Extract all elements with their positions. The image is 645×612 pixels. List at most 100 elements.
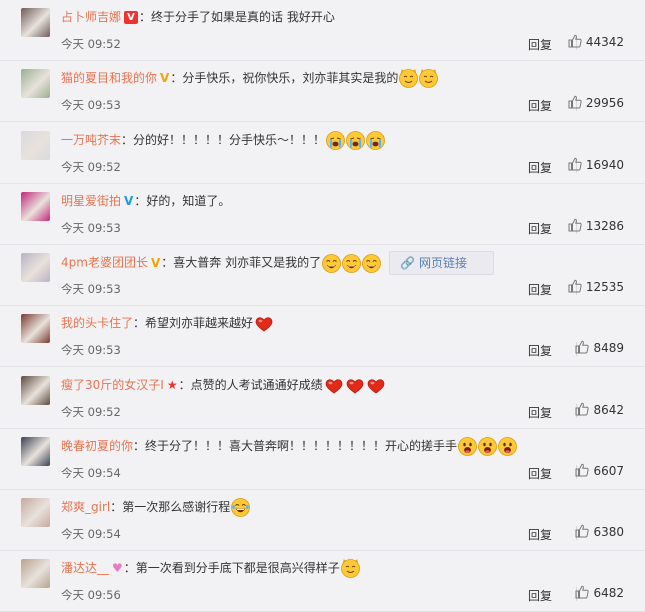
avatar[interactable] [21, 437, 50, 466]
reply-button[interactable]: 回复 [528, 220, 552, 237]
like-count: 6607 [593, 464, 624, 478]
heart-badge-icon: ♥ [112, 561, 123, 575]
comment-content: 潘达达__ ♥：第一次看到分手底下都是很高兴得样子 [61, 557, 605, 579]
like-button[interactable]: 29956 [568, 95, 624, 112]
comment-item: 瘦了30斤的女汉子I ★：点赞的人考试通通好成绩今天 09:52 回复 8642 [0, 368, 645, 429]
like-button[interactable]: 12535 [568, 279, 624, 296]
colon-separator: ： [133, 439, 146, 453]
comment-text: 好的，知道了。 [146, 194, 231, 208]
laughing-emoji-icon [362, 253, 381, 273]
laughing-emoji-icon [322, 253, 341, 273]
username-link[interactable]: 占卜师吉娜 [61, 10, 121, 24]
thumb-up-icon [575, 340, 590, 357]
comment-content: 猫的夏目和我的你 V：分手快乐，祝你快乐，刘亦菲其实是我的 [61, 67, 605, 89]
reply-button[interactable]: 回复 [528, 36, 552, 53]
comment-timestamp: 今天 09:52 [61, 160, 121, 174]
username-link[interactable]: 一万吨芥末 [61, 133, 121, 147]
reply-button[interactable]: 回复 [528, 342, 552, 359]
thumb-up-icon [568, 34, 582, 51]
avatar[interactable] [21, 8, 50, 37]
web-link-card[interactable]: 🔗 网页链接 [389, 251, 495, 275]
laughing-emoji-icon [342, 253, 361, 273]
comment-content: 一万吨芥末：分的好！！！！！分手快乐～！！！ [61, 129, 605, 151]
comment-timestamp: 今天 09:54 [61, 527, 121, 541]
comment-timestamp: 今天 09:56 [61, 588, 121, 602]
heart-emoji-icon [254, 314, 274, 334]
reply-button[interactable]: 回复 [528, 465, 552, 482]
reply-button[interactable]: 回复 [528, 97, 552, 114]
like-button[interactable]: 6380 [575, 524, 624, 541]
verified-badge-icon: V [160, 71, 170, 85]
like-button[interactable]: 6607 [575, 463, 624, 480]
comment-text: 分手快乐，祝你快乐，刘亦菲其实是我的 [182, 71, 399, 85]
avatar[interactable] [21, 131, 50, 160]
username-link[interactable]: 晚春初夏的你 [61, 439, 133, 453]
comment-text: 点赞的人考试通通好成绩 [190, 378, 323, 392]
crying-emoji-icon [366, 131, 385, 150]
colon-separator: ： [121, 133, 134, 147]
like-button[interactable]: 13286 [568, 218, 624, 235]
reply-button[interactable]: 回复 [528, 159, 552, 176]
reply-button[interactable]: 回复 [528, 281, 552, 298]
like-button[interactable]: 16940 [568, 157, 624, 174]
comment-item: 晚春初夏的你：终于分了！！！喜大普奔啊！！！！！！！！开心的搓手手 今天 09:5… [0, 429, 645, 490]
username-link[interactable]: 4pm老婆团团长 [61, 256, 148, 270]
comment-content: 明星爱街拍 V：好的，知道了。 [61, 190, 605, 212]
avatar[interactable] [21, 498, 50, 527]
thumb-up-icon [575, 524, 590, 541]
avatar[interactable] [21, 253, 50, 282]
avatar[interactable] [21, 314, 50, 343]
username-link[interactable]: 郑爽_girl [61, 500, 110, 514]
avatar[interactable] [21, 192, 50, 221]
comment-content: 我的头卡住了：希望刘亦菲越来越好 [61, 312, 605, 334]
verified-badge-icon: V [124, 194, 134, 208]
like-count: 6380 [593, 525, 624, 539]
like-button[interactable]: 8642 [575, 402, 624, 419]
verified-badge-icon: V [150, 255, 161, 270]
colon-separator: ： [123, 561, 136, 575]
avatar[interactable] [21, 559, 50, 588]
thumb-up-icon [575, 463, 590, 480]
username-link[interactable]: 潘达达__ [61, 561, 109, 575]
username-link[interactable]: 瘦了30斤的女汉子I [61, 378, 164, 392]
username-link[interactable]: 我的头卡住了 [61, 316, 133, 330]
comment-timestamp: 今天 09:53 [61, 343, 121, 357]
reply-button[interactable]: 回复 [528, 404, 552, 421]
thumb-up-icon [568, 279, 582, 296]
verified-badge-icon: V [124, 11, 139, 24]
grinning-emoji-icon [478, 437, 497, 456]
comment-item: 一万吨芥末：分的好！！！！！分手快乐～！！！ 今天 09:52 回复 16940 [0, 123, 645, 184]
comment-item: 郑爽_girl：第一次那么感谢行程今天 09:54 回复 6380 [0, 490, 645, 551]
comment-timestamp: 今天 09:52 [61, 405, 121, 419]
comment-content: 郑爽_girl：第一次那么感谢行程 [61, 496, 605, 518]
like-button[interactable]: 44342 [568, 34, 624, 51]
avatar[interactable] [21, 376, 50, 405]
reply-button[interactable]: 回复 [528, 587, 552, 604]
colon-separator: ： [161, 255, 174, 270]
comment-timestamp: 今天 09:53 [61, 98, 121, 112]
colon-separator: ： [178, 378, 191, 392]
colon-separator: ： [170, 71, 183, 85]
grinning-emoji-icon [458, 437, 477, 456]
cat-emoji-icon [419, 69, 439, 88]
username-link[interactable]: 猫的夏目和我的你 [61, 71, 157, 85]
comment-item: 猫的夏目和我的你 V：分手快乐，祝你快乐，刘亦菲其实是我的今天 09:53 回复 29… [0, 61, 645, 122]
star-badge-icon: ★ [166, 378, 178, 392]
comment-timestamp: 今天 09:53 [61, 221, 121, 235]
thumb-up-icon [568, 95, 582, 112]
comment-content: 瘦了30斤的女汉子I ★：点赞的人考试通通好成绩 [61, 374, 605, 396]
like-count: 6482 [593, 586, 624, 600]
thumb-up-icon [575, 402, 590, 419]
like-count: 29956 [585, 96, 624, 110]
comment-item: 潘达达__ ♥：第一次看到分手底下都是很高兴得样子 今天 09:56 回复 6482 [0, 551, 645, 612]
heart-emoji-icon [345, 376, 365, 396]
avatar[interactable] [21, 69, 50, 98]
comment-text: 第一次看到分手底下都是很高兴得样子 [135, 561, 340, 575]
username-link[interactable]: 明星爱街拍 [61, 194, 121, 208]
comment-content: 晚春初夏的你：终于分了！！！喜大普奔啊！！！！！！！！开心的搓手手 [61, 435, 605, 457]
like-button[interactable]: 6482 [575, 585, 624, 602]
reply-button[interactable]: 回复 [528, 526, 552, 543]
like-button[interactable]: 8489 [575, 340, 624, 357]
comment-text: 终于分了！！！喜大普奔啊！！！！！！！！开心的搓手手 [145, 439, 458, 453]
comment-text: 希望刘亦菲越来越好 [145, 316, 254, 330]
